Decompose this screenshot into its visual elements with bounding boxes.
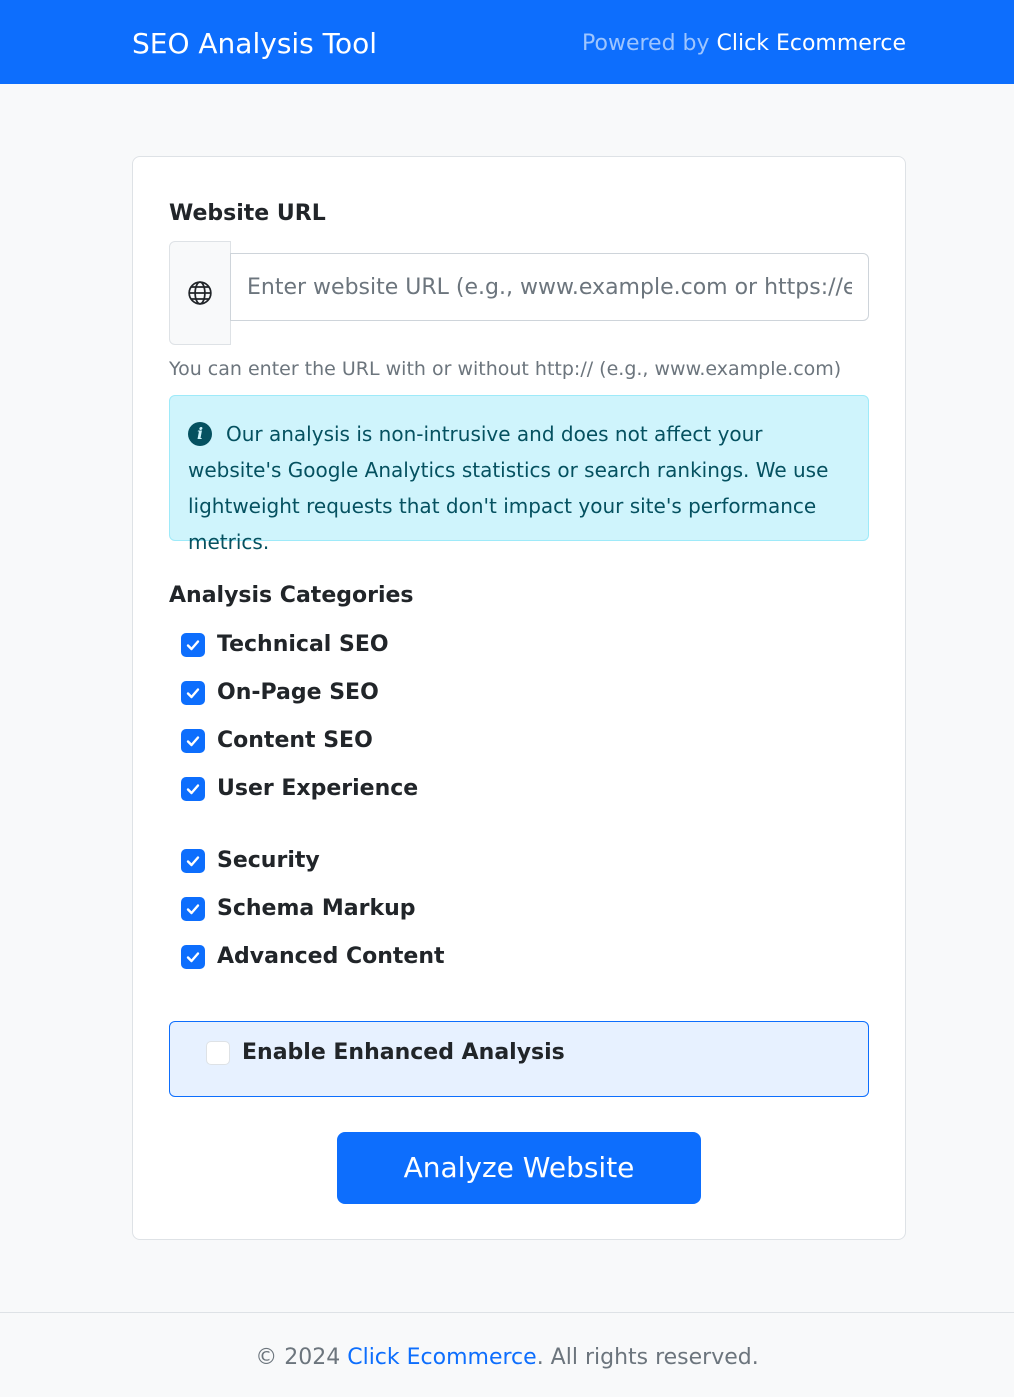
powered-by-link[interactable]: Click Ecommerce xyxy=(717,31,906,56)
analysis-form-card: Website URL You can enter the URL with o… xyxy=(132,156,906,1240)
checkmark-icon xyxy=(186,736,200,747)
category-label[interactable]: Schema Markup xyxy=(217,894,416,924)
checkmark-icon xyxy=(186,784,200,795)
info-alert-text: Our analysis is non-intrusive and does n… xyxy=(188,422,829,554)
category-label[interactable]: On-Page SEO xyxy=(217,678,379,708)
url-input-group xyxy=(169,241,869,345)
category-label[interactable]: Advanced Content xyxy=(217,942,445,972)
checkbox-checked[interactable] xyxy=(181,681,205,705)
checkbox-checked[interactable] xyxy=(181,729,205,753)
category-user-experience[interactable]: User Experience xyxy=(181,773,418,805)
category-technical-seo[interactable]: Technical SEO xyxy=(181,629,389,661)
enhanced-analysis-label[interactable]: Enable Enhanced Analysis xyxy=(242,1038,565,1068)
category-label[interactable]: User Experience xyxy=(217,774,418,804)
footer-link[interactable]: Click Ecommerce xyxy=(347,1345,536,1370)
checkmark-icon xyxy=(186,856,200,867)
powered-by: Powered by Click Ecommerce xyxy=(582,28,906,60)
category-security[interactable]: Security xyxy=(181,845,320,877)
categories-title: Analysis Categories xyxy=(169,583,414,608)
url-help-text: You can enter the URL with or without ht… xyxy=(169,358,842,380)
brand-title[interactable]: SEO Analysis Tool xyxy=(132,24,377,64)
info-alert: i Our analysis is non-intrusive and does … xyxy=(169,395,869,554)
category-schema-markup[interactable]: Schema Markup xyxy=(181,893,416,925)
checkbox-checked[interactable] xyxy=(181,897,205,921)
checkmark-icon xyxy=(186,688,200,699)
checkbox-checked[interactable] xyxy=(181,849,205,873)
checkmark-icon xyxy=(186,904,200,915)
globe-icon xyxy=(188,281,212,305)
category-label[interactable]: Security xyxy=(217,846,320,876)
checkbox-checked[interactable] xyxy=(181,633,205,657)
analyze-website-button[interactable]: Analyze Website xyxy=(337,1132,701,1204)
checkmark-icon xyxy=(186,952,200,963)
info-circle-icon: i xyxy=(188,422,212,446)
footer-copyright: © 2024 xyxy=(255,1345,341,1370)
category-advanced-content[interactable]: Advanced Content xyxy=(181,941,445,973)
enhanced-analysis-panel: Enable Enhanced Analysis xyxy=(169,1021,869,1097)
powered-by-prefix: Powered by xyxy=(582,31,710,56)
url-addon xyxy=(169,241,231,345)
checkmark-icon xyxy=(186,640,200,651)
url-label: Website URL xyxy=(169,201,326,226)
navbar: SEO Analysis Tool Powered by Click Ecomm… xyxy=(0,0,1014,84)
category-label[interactable]: Technical SEO xyxy=(217,630,389,660)
footer: © 2024 Click Ecommerce. All rights reser… xyxy=(0,1312,1014,1397)
footer-rights: . All rights reserved. xyxy=(536,1345,759,1370)
category-on-page-seo[interactable]: On-Page SEO xyxy=(181,677,379,709)
enhanced-analysis-checkbox[interactable] xyxy=(206,1041,230,1065)
category-label[interactable]: Content SEO xyxy=(217,726,373,756)
checkbox-checked[interactable] xyxy=(181,945,205,969)
checkbox-checked[interactable] xyxy=(181,777,205,801)
url-input[interactable] xyxy=(230,253,869,321)
category-content-seo[interactable]: Content SEO xyxy=(181,725,373,757)
